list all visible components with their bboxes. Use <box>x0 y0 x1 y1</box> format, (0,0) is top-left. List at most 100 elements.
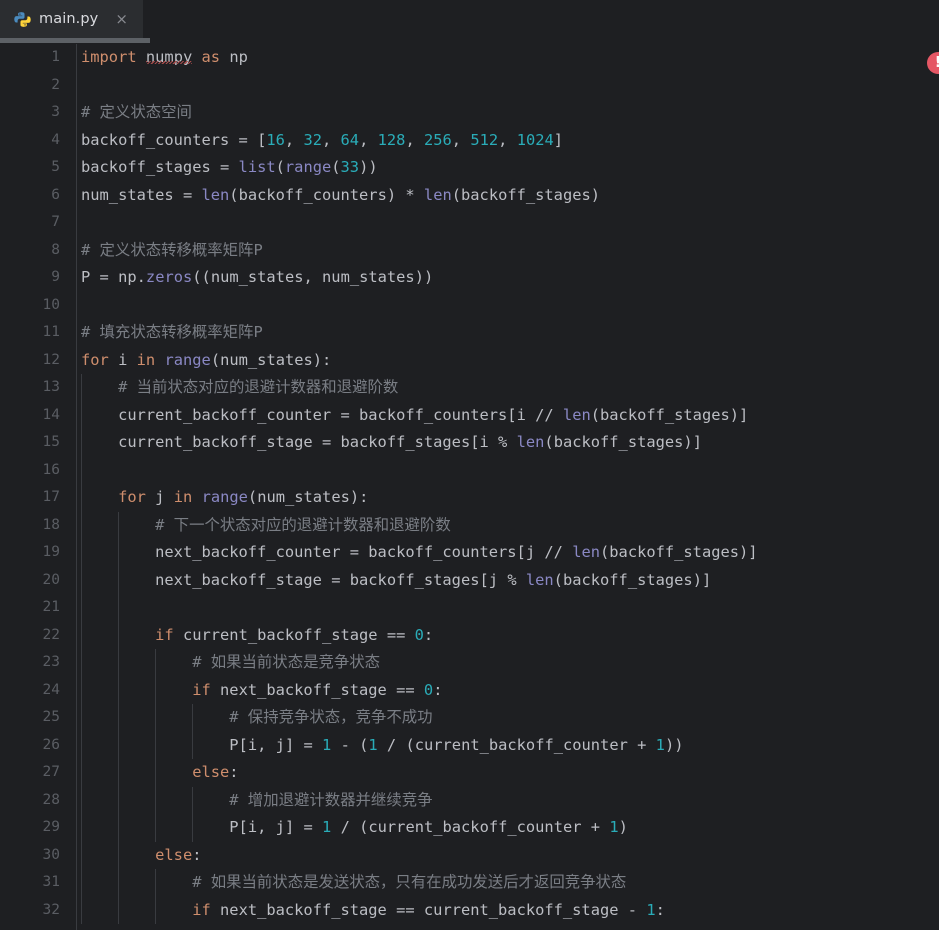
code-line[interactable]: 5 backoff_stages = list(range(33)) <box>0 154 939 182</box>
code-line[interactable]: 25 # 保持竞争状态，竞争不成功 <box>0 704 939 732</box>
line-number: 2 <box>51 76 60 93</box>
code-line-text[interactable]: # 如果当前状态是发送状态，只有在成功发送后才返回竞争状态 <box>81 869 626 897</box>
code-line-text[interactable]: # 定义状态空间 <box>81 99 192 127</box>
code-line[interactable]: 3 # 定义状态空间 <box>0 99 939 127</box>
line-number: 1 <box>51 49 60 65</box>
line-number: 30 <box>42 846 60 863</box>
line-number: 4 <box>51 131 60 148</box>
code-line[interactable]: 8 # 定义状态转移概率矩阵P <box>0 237 939 265</box>
editor-tab-main-py[interactable]: main.py × <box>0 0 143 38</box>
error-marker-glyph: ! <box>935 55 939 70</box>
line-number: 11 <box>42 324 60 340</box>
code-line-text[interactable]: current_backoff_counter = backoff_counte… <box>81 402 748 430</box>
code-line-text[interactable]: if next_backoff_stage == 0: <box>81 677 442 705</box>
line-number: 9 <box>51 269 60 285</box>
line-number: 25 <box>42 709 60 725</box>
line-number: 10 <box>42 296 60 313</box>
code-line[interactable]: 21 <box>0 594 939 622</box>
code-line[interactable]: 17 for j in range(num_states): <box>0 484 939 512</box>
line-number: 16 <box>42 461 60 478</box>
code-line[interactable]: 1 import numpy as np <box>0 44 939 72</box>
code-line-text[interactable]: next_backoff_counter = backoff_counters[… <box>81 539 757 567</box>
code-line[interactable]: 24 if next_backoff_stage == 0: <box>0 676 939 705</box>
code-line-text[interactable]: next_backoff_stage = backoff_stages[j % … <box>81 567 711 595</box>
code-line-text[interactable]: P = np.zeros((num_states, num_states)) <box>81 264 433 292</box>
code-line[interactable]: 31 # 如果当前状态是发送状态，只有在成功发送后才返回竞争状态 <box>0 869 939 897</box>
code-line[interactable]: 22 if current_backoff_stage == 0: <box>0 621 939 650</box>
code-line[interactable]: 9 P = np.zeros((num_states, num_states)) <box>0 264 939 292</box>
line-number: 31 <box>42 874 60 890</box>
editor-horizontal-scrollbar-thumb[interactable] <box>0 38 150 43</box>
code-line-text[interactable]: if next_backoff_stage == current_backoff… <box>81 897 665 925</box>
indent-guide <box>81 594 82 622</box>
code-line[interactable]: 29 P[i, j] = 1 / (current_backoff_counte… <box>0 814 939 842</box>
code-line-text[interactable]: import numpy as np <box>81 44 248 72</box>
ide-editor-window: main.py × 1 import numpy as np 2 3 # 定义状态空间 4… <box>0 0 939 930</box>
code-line-text[interactable]: backoff_stages = list(range(33)) <box>81 154 378 182</box>
code-line-text[interactable]: num_states = len(backoff_counters) * len… <box>81 182 600 210</box>
code-line[interactable]: 14 current_backoff_counter = backoff_cou… <box>0 401 939 430</box>
code-line[interactable]: 16 <box>0 456 939 484</box>
code-line[interactable]: 10 <box>0 292 939 320</box>
line-number: 28 <box>42 791 60 808</box>
code-line-text[interactable]: else: <box>81 759 238 787</box>
code-line-text[interactable]: # 保持竞争状态，竞争不成功 <box>81 704 432 732</box>
line-number: 14 <box>42 406 60 423</box>
code-line-text[interactable]: # 增加退避计数器并继续竞争 <box>81 787 432 815</box>
indent-guide <box>118 594 119 622</box>
line-number: 19 <box>42 544 60 560</box>
code-line[interactable]: 30 else: <box>0 841 939 870</box>
code-line-text[interactable]: for j in range(num_states): <box>81 484 368 512</box>
line-number: 7 <box>51 214 60 230</box>
line-number: 22 <box>42 626 60 643</box>
code-line-text[interactable]: # 填充状态转移概率矩阵P <box>81 319 263 347</box>
line-number: 27 <box>42 764 60 780</box>
code-line[interactable]: 7 <box>0 209 939 237</box>
code-line-text[interactable]: for i in range(num_states): <box>81 347 331 375</box>
code-line-text[interactable]: # 下一个状态对应的退避计数器和退避阶数 <box>81 512 451 540</box>
code-line[interactable]: 13 # 当前状态对应的退避计数器和退避阶数 <box>0 374 939 402</box>
line-number: 23 <box>42 654 60 670</box>
python-file-icon <box>14 11 31 28</box>
line-number: 6 <box>51 186 60 203</box>
code-editor-area[interactable]: 1 import numpy as np 2 3 # 定义状态空间 4 backoff_co… <box>0 44 939 930</box>
code-line-text[interactable]: current_backoff_stage = backoff_stages[i… <box>81 429 702 457</box>
code-line[interactable]: 2 <box>0 72 939 100</box>
code-line-text[interactable]: P[i, j] = 1 / (current_backoff_counter +… <box>81 814 628 842</box>
code-line-text[interactable]: P[i, j] = 1 - (1 / (current_backoff_coun… <box>81 732 683 760</box>
line-number: 21 <box>42 599 60 615</box>
line-number: 8 <box>51 241 60 258</box>
code-line[interactable]: 6 num_states = len(backoff_counters) * le… <box>0 182 939 210</box>
code-line[interactable]: 23 # 如果当前状态是竞争状态 <box>0 649 939 677</box>
line-number: 17 <box>42 489 60 505</box>
line-number: 24 <box>42 681 60 698</box>
code-line[interactable]: 20 next_backoff_stage = backoff_stages[j… <box>0 566 939 595</box>
code-line[interactable]: 19 next_backoff_counter = backoff_counte… <box>0 539 939 567</box>
close-icon[interactable]: × <box>112 10 131 29</box>
code-line-text[interactable]: backoff_counters = [16, 32, 64, 128, 256… <box>81 127 563 155</box>
code-line[interactable]: 18 # 下一个状态对应的退避计数器和退避阶数 <box>0 511 939 540</box>
line-number: 15 <box>42 434 60 450</box>
code-line[interactable]: 4 backoff_counters = [16, 32, 64, 128, 25… <box>0 127 939 155</box>
line-number: 13 <box>42 379 60 395</box>
code-line[interactable]: 32 if next_backoff_stage == current_back… <box>0 896 939 925</box>
indent-guide <box>81 456 82 484</box>
code-line[interactable]: 26 P[i, j] = 1 - (1 / (current_backoff_c… <box>0 731 939 760</box>
code-line-text[interactable]: # 当前状态对应的退避计数器和退避阶数 <box>81 374 398 402</box>
code-line-text[interactable]: if current_backoff_stage == 0: <box>81 622 433 650</box>
code-line-text[interactable]: else: <box>81 842 201 870</box>
code-line-text[interactable]: # 定义状态转移概率矩阵P <box>81 237 263 265</box>
code-line-text[interactable]: # 如果当前状态是竞争状态 <box>81 649 380 677</box>
line-number: 29 <box>42 819 60 835</box>
line-number: 18 <box>42 516 60 533</box>
line-number: 20 <box>42 571 60 588</box>
line-number: 12 <box>42 351 60 368</box>
line-number: 5 <box>51 159 60 175</box>
code-line[interactable]: 11 # 填充状态转移概率矩阵P <box>0 319 939 347</box>
editor-tab-label: main.py <box>39 11 99 27</box>
code-line[interactable]: 15 current_backoff_stage = backoff_stage… <box>0 429 939 457</box>
code-line[interactable]: 12 for i in range(num_states): <box>0 347 939 375</box>
code-line[interactable]: 27 else: <box>0 759 939 787</box>
code-line[interactable]: 28 # 增加退避计数器并继续竞争 <box>0 786 939 815</box>
line-number: 32 <box>42 901 60 918</box>
